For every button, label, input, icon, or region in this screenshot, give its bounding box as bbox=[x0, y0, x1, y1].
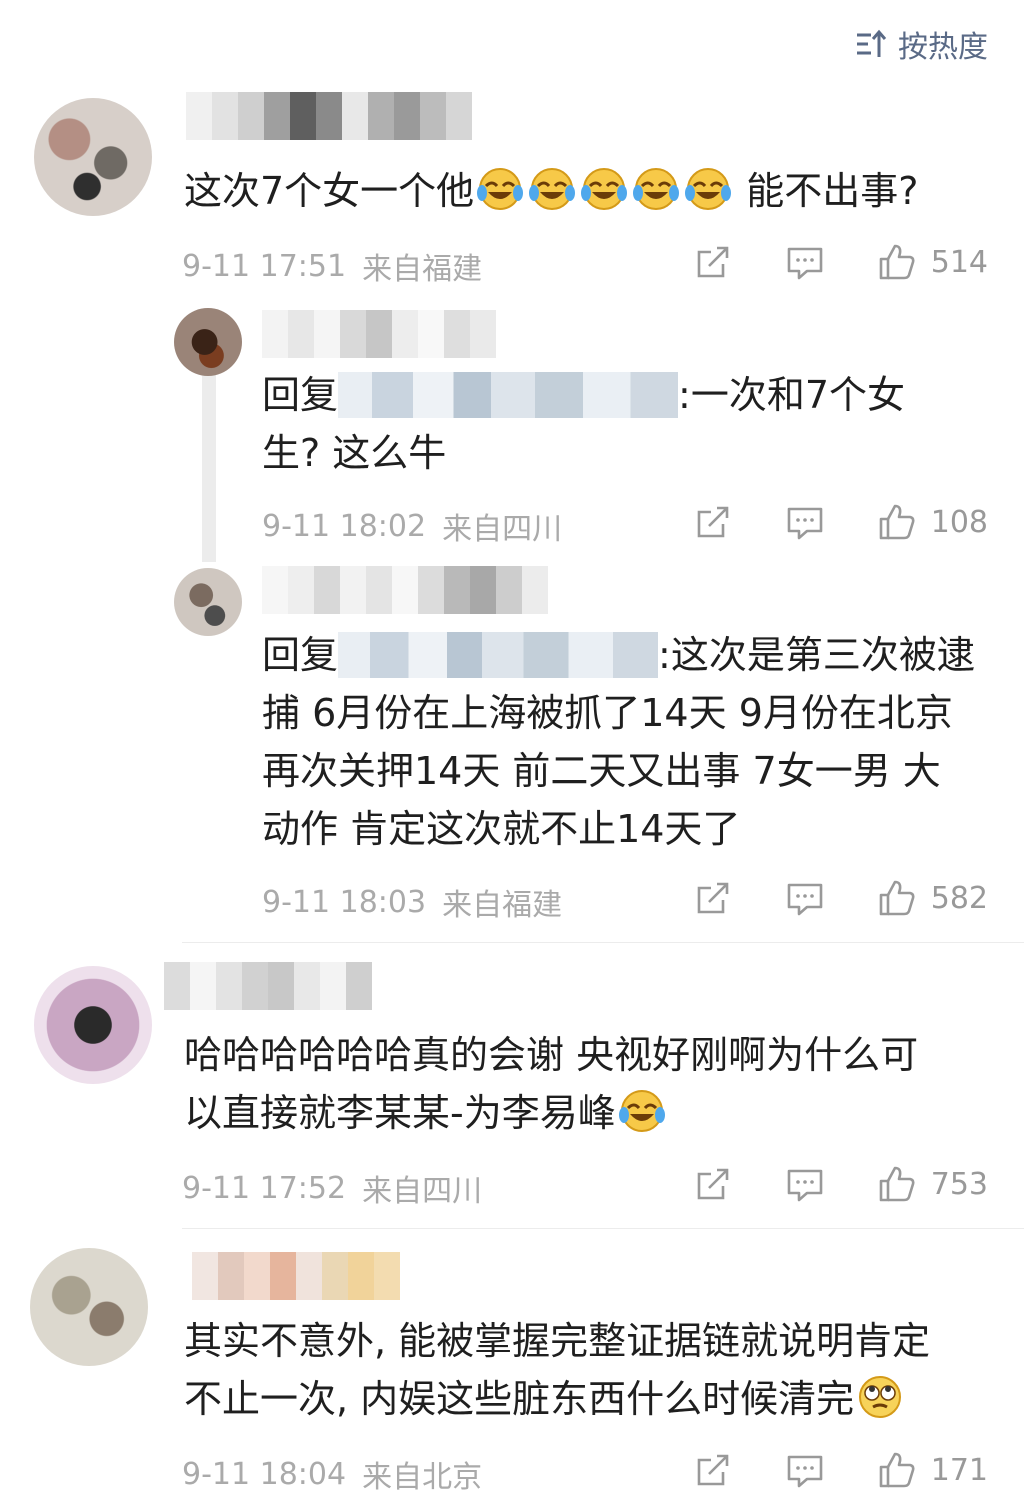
username-blurred[interactable] bbox=[262, 566, 552, 614]
like-count: 171 bbox=[930, 1452, 988, 1488]
reply-text: 回复:一次和7个女 生? 这么牛 bbox=[262, 372, 905, 475]
comment-meta: 9-11 17:52 来自四川 bbox=[182, 1166, 482, 1210]
sort-by-hot-button[interactable]: 按热度 bbox=[854, 22, 988, 66]
comment-text: 其实不意外, 能被掌握完整证据链就说明肯定 不止一次, 内娱这些脏东西什么时候清… bbox=[184, 1319, 931, 1421]
comment-meta: 9-11 18:02 来自四川 bbox=[262, 504, 562, 548]
divider bbox=[182, 942, 1024, 943]
share-icon[interactable] bbox=[693, 502, 733, 542]
comment-text: 哈哈哈哈哈哈真的会谢 央视好刚啊为什么可 以直接就李某某-为李易峰 bbox=[184, 1033, 919, 1135]
share-icon[interactable] bbox=[693, 1164, 733, 1204]
eye-roll-emoji bbox=[857, 1374, 903, 1420]
laugh-cry-emoji bbox=[619, 1088, 665, 1134]
like-icon[interactable] bbox=[877, 1450, 917, 1490]
timestamp: 9-11 18:04 bbox=[182, 1456, 347, 1492]
laugh-cry-emoji bbox=[529, 166, 575, 212]
comment-icon[interactable] bbox=[785, 242, 825, 282]
comment-actions: 514 bbox=[693, 242, 988, 282]
location: 来自四川 bbox=[362, 1174, 483, 1209]
comment-icon[interactable] bbox=[785, 1450, 825, 1490]
avatar[interactable] bbox=[34, 98, 152, 216]
like-icon[interactable] bbox=[877, 502, 917, 542]
avatar[interactable] bbox=[174, 568, 242, 636]
like-icon[interactable] bbox=[877, 242, 917, 282]
share-icon[interactable] bbox=[693, 242, 733, 282]
sort-hot-icon bbox=[857, 29, 887, 57]
username-blurred[interactable] bbox=[192, 1252, 414, 1300]
username-blurred[interactable] bbox=[164, 962, 388, 1010]
timestamp: 9-11 18:03 bbox=[262, 884, 427, 920]
mention-blurred[interactable] bbox=[338, 372, 679, 418]
username-blurred[interactable] bbox=[186, 92, 476, 140]
avatar[interactable] bbox=[34, 966, 152, 1084]
divider bbox=[182, 1228, 1024, 1229]
mention-blurred[interactable] bbox=[338, 632, 659, 678]
comment-actions: 171 bbox=[693, 1450, 988, 1490]
like-count: 582 bbox=[930, 880, 988, 916]
thread-line bbox=[202, 372, 216, 562]
like-count: 108 bbox=[930, 504, 988, 540]
sort-label: 按热度 bbox=[898, 30, 988, 65]
location: 来自福建 bbox=[442, 888, 563, 923]
laugh-cry-emoji bbox=[633, 166, 679, 212]
laugh-cry-emoji bbox=[477, 166, 523, 212]
comment-meta: 9-11 18:04 来自北京 bbox=[182, 1452, 482, 1496]
reply-text: 回复:这次是第三次被逮 捕 6月份在上海被抓了14天 9月份在北京 再次关押14… bbox=[262, 632, 975, 851]
location: 来自福建 bbox=[362, 252, 483, 287]
comment-text: 这次7个女一个他 能不出事? bbox=[184, 162, 1004, 220]
username-blurred[interactable] bbox=[262, 310, 502, 358]
share-icon[interactable] bbox=[693, 1450, 733, 1490]
like-count: 753 bbox=[930, 1166, 988, 1202]
like-icon[interactable] bbox=[877, 1164, 917, 1204]
location: 来自北京 bbox=[362, 1460, 483, 1495]
laugh-cry-emoji bbox=[581, 166, 627, 212]
comment-actions: 753 bbox=[693, 1164, 988, 1204]
comment-icon[interactable] bbox=[785, 878, 825, 918]
comment-meta: 9-11 18:03 来自福建 bbox=[262, 880, 562, 924]
comment-actions: 582 bbox=[693, 878, 988, 918]
comment-icon[interactable] bbox=[785, 502, 825, 542]
like-count: 514 bbox=[930, 244, 988, 280]
timestamp: 9-11 17:52 bbox=[182, 1170, 347, 1206]
comment-actions: 108 bbox=[693, 502, 988, 542]
like-icon[interactable] bbox=[877, 878, 917, 918]
location: 来自四川 bbox=[442, 512, 563, 547]
avatar[interactable] bbox=[174, 308, 242, 376]
share-icon[interactable] bbox=[693, 878, 733, 918]
avatar[interactable] bbox=[30, 1248, 148, 1366]
comment-icon[interactable] bbox=[785, 1164, 825, 1204]
comment-meta: 9-11 17:51 来自福建 bbox=[182, 244, 482, 288]
timestamp: 9-11 17:51 bbox=[182, 248, 347, 284]
laugh-cry-emoji bbox=[685, 166, 731, 212]
timestamp: 9-11 18:02 bbox=[262, 508, 427, 544]
